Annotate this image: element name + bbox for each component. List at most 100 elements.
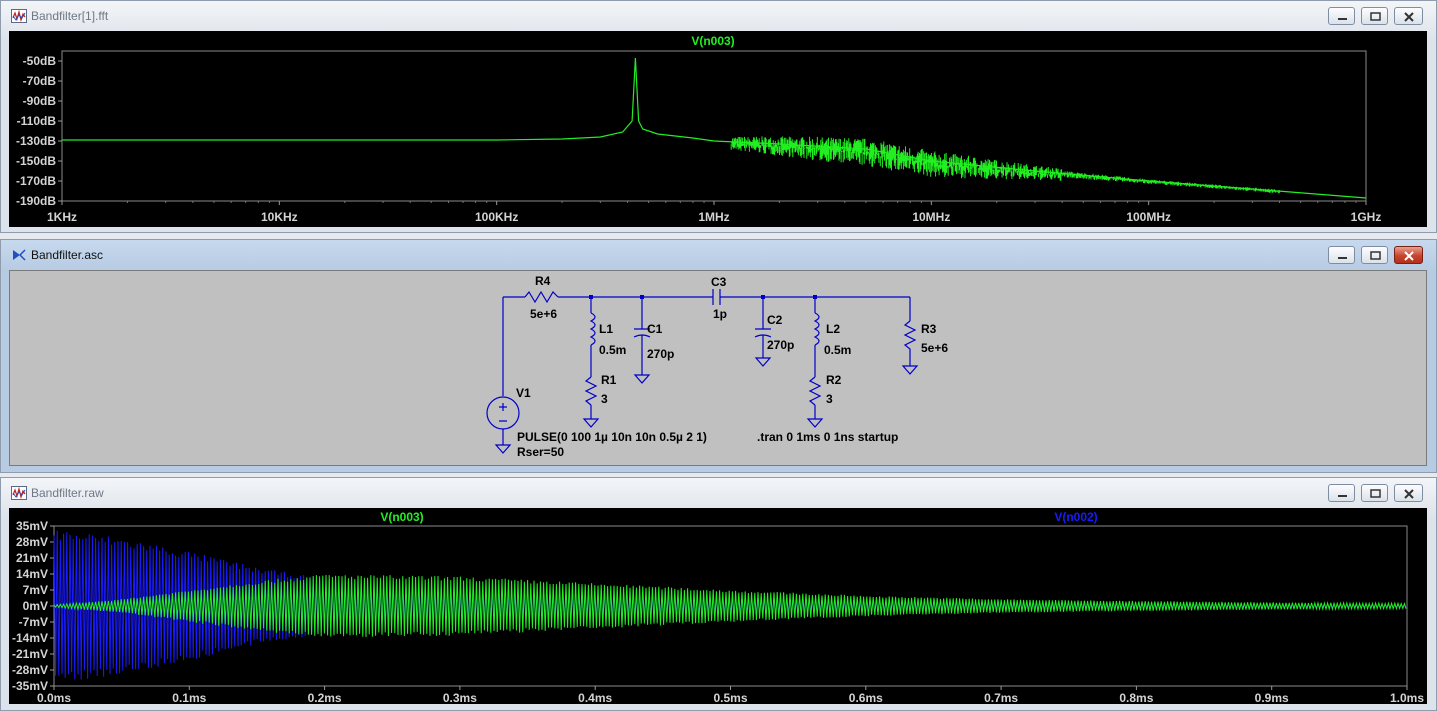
capacitor-c3[interactable] (707, 289, 726, 305)
inductor-l2[interactable] (813, 312, 820, 346)
resistor-r4[interactable] (524, 290, 559, 304)
x-tick-label: 0.1ms (172, 691, 206, 704)
r3-value[interactable]: 5e+6 (921, 341, 948, 355)
fft-window[interactable]: Bandfilter[1].fft -50dB -70dB -90dB -110dB -… (0, 0, 1437, 233)
raw-window[interactable]: Bandfilter.raw 35mV 28mV 21mV 14mV 7mV 0mV -7m… (0, 477, 1437, 711)
x-tick-label: 0.0ms (37, 691, 71, 704)
r4-value[interactable]: 5e+6 (530, 307, 557, 321)
waveform-icon (11, 486, 27, 500)
minimize-icon (1338, 495, 1347, 497)
y-tick-label: 14mV (16, 567, 48, 581)
schematic-icon (13, 249, 26, 261)
restore-icon (1370, 489, 1381, 498)
x-tick-label: 0.8ms (1119, 691, 1153, 704)
raw-series-vn003 (53, 574, 1407, 638)
raw-window-titlebar[interactable]: Bandfilter.raw (1, 478, 1436, 508)
y-tick-label: -50dB (23, 54, 57, 68)
minimize-button[interactable] (1328, 7, 1355, 25)
restore-button[interactable] (1361, 7, 1388, 25)
capacitor-c2[interactable] (754, 297, 772, 367)
y-tick-label: -70dB (23, 74, 57, 88)
y-tick-label: 0mV (23, 599, 48, 613)
ground-symbol (582, 405, 600, 428)
r4-name[interactable]: R4 (535, 274, 551, 288)
x-tick-label: 0.5ms (713, 691, 747, 704)
x-tick-label: 10KHz (261, 210, 298, 224)
resistor-r2[interactable] (808, 376, 822, 406)
close-button[interactable] (1394, 246, 1423, 264)
r2-value[interactable]: 3 (826, 392, 833, 406)
schematic-canvas[interactable]: R4 5e+6 C3 1p L1 0.5m C1 270p R1 3 C2 27… (9, 270, 1427, 466)
x-tick-label: 100MHz (1126, 210, 1171, 224)
close-button[interactable] (1394, 7, 1423, 25)
fft-series-line (62, 57, 1367, 199)
fft-trace-label[interactable]: V(n003) (691, 34, 734, 48)
c1-value[interactable]: 270p (647, 347, 674, 361)
y-tick-label: -90dB (23, 94, 57, 108)
x-tick-label: 0.2ms (308, 691, 342, 704)
x-tick-label: 1KHz (47, 210, 77, 224)
capacitor-c1[interactable] (633, 297, 651, 384)
voltage-source-v1[interactable] (486, 396, 520, 430)
l2-name[interactable]: L2 (826, 322, 840, 336)
l1-value[interactable]: 0.5m (599, 343, 626, 357)
l2-value[interactable]: 0.5m (824, 343, 851, 357)
restore-button[interactable] (1361, 246, 1388, 264)
c3-name[interactable]: C3 (711, 275, 727, 289)
y-tick-label: -21mV (12, 647, 48, 661)
y-tick-label: -190dB (16, 194, 56, 208)
raw-trace1-label[interactable]: V(n003) (380, 510, 423, 524)
c2-value[interactable]: 270p (767, 338, 794, 352)
v1-rser[interactable]: Rser=50 (517, 445, 564, 459)
close-button[interactable] (1394, 484, 1423, 502)
close-icon (1404, 489, 1414, 499)
waveform-icon (11, 9, 27, 23)
l1-name[interactable]: L1 (599, 322, 613, 336)
v1-value[interactable]: PULSE(0 100 1µ 10n 10n 0.5µ 2 1) (517, 430, 707, 444)
y-tick-label: 35mV (16, 519, 48, 533)
x-tick-label: 0.9ms (1255, 691, 1289, 704)
restore-icon (1370, 12, 1381, 21)
minimize-icon (1338, 257, 1347, 259)
r1-value[interactable]: 3 (601, 392, 608, 406)
fft-plot-pane[interactable]: -50dB -70dB -90dB -110dB -130dB -150dB -170dB -… (9, 31, 1427, 227)
raw-trace2-label[interactable]: V(n002) (1054, 510, 1097, 524)
y-tick-label: 21mV (16, 551, 48, 565)
schematic-window[interactable]: Bandfilter.asc R4 5e+6 C3 1p L1 0.5m C1 … (0, 239, 1437, 473)
inductor-l1[interactable] (589, 312, 596, 346)
ground-symbol (806, 405, 824, 428)
x-tick-label: 0.4ms (578, 691, 612, 704)
schematic-window-titlebar[interactable]: Bandfilter.asc (1, 240, 1436, 270)
fft-plot-frame (61, 50, 1367, 202)
minimize-button[interactable] (1328, 246, 1355, 264)
x-tick-label: 0.7ms (984, 691, 1018, 704)
x-tick-label: 0.6ms (849, 691, 883, 704)
raw-plot-pane[interactable]: 35mV 28mV 21mV 14mV 7mV 0mV -7mV -14mV -21mV -28m… (9, 508, 1427, 705)
ground-symbol (494, 429, 512, 454)
spice-directive[interactable]: .tran 0 1ms 0 1ns startup (757, 430, 898, 444)
c3-value[interactable]: 1p (713, 307, 727, 321)
r1-name[interactable]: R1 (601, 373, 617, 387)
r3-name[interactable]: R3 (921, 322, 937, 336)
minimize-button[interactable] (1328, 484, 1355, 502)
schematic-drawing[interactable]: R4 5e+6 C3 1p L1 0.5m C1 270p R1 3 C2 27… (10, 271, 1426, 465)
v1-name[interactable]: V1 (516, 386, 531, 400)
c1-name[interactable]: C1 (647, 322, 663, 336)
x-tick-label: 1.0ms (1390, 691, 1424, 704)
close-icon (1404, 12, 1414, 22)
close-icon (1404, 251, 1414, 261)
c2-name[interactable]: C2 (767, 313, 783, 327)
restore-button[interactable] (1361, 484, 1388, 502)
fft-window-title: Bandfilter[1].fft (31, 9, 109, 23)
minimize-icon (1338, 18, 1347, 20)
resistor-r3[interactable] (901, 320, 919, 375)
x-tick-label: 1GHz (1351, 210, 1382, 224)
raw-plot[interactable]: 35mV 28mV 21mV 14mV 7mV 0mV -7mV -14mV -21mV -28m… (9, 508, 1427, 705)
y-tick-label: 28mV (16, 535, 48, 549)
r2-name[interactable]: R2 (826, 373, 842, 387)
fft-plot[interactable]: -50dB -70dB -90dB -110dB -130dB -150dB -170dB -… (9, 31, 1427, 227)
x-tick-label: 0.3ms (443, 691, 477, 704)
resistor-r1[interactable] (584, 376, 598, 406)
y-tick-label: -28mV (12, 663, 48, 677)
fft-window-titlebar[interactable]: Bandfilter[1].fft (1, 1, 1436, 31)
